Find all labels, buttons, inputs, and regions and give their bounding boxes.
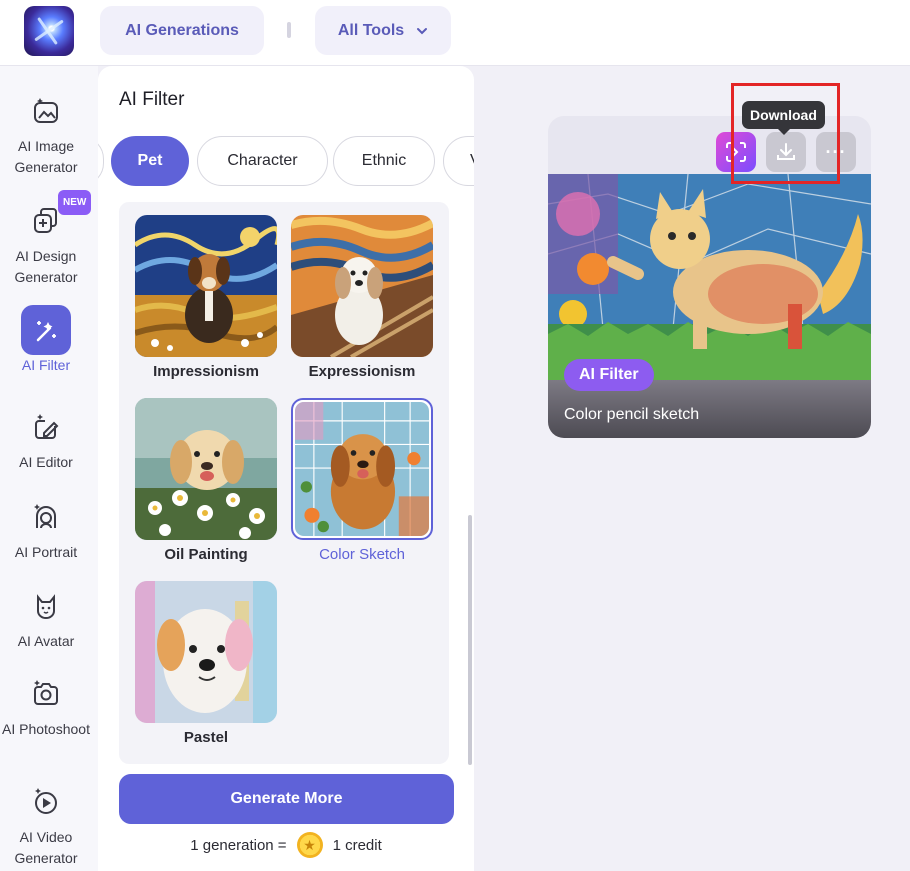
category-chip-partial[interactable] — [98, 136, 104, 186]
oil-painting-dog-image — [135, 398, 277, 540]
chip-label: Character — [227, 152, 298, 169]
credit-info: 1 generation = ★ 1 credit — [98, 832, 474, 858]
sidebar-item-ai-avatar[interactable]: AI Avatar — [0, 581, 92, 652]
sidebar-item-ai-image-generator[interactable]: AI Image Generator — [0, 86, 92, 178]
image-sparkle-icon — [21, 86, 71, 136]
style-label: Oil Painting — [164, 546, 248, 563]
category-chips: Pet Character Ethnic V — [98, 134, 474, 186]
style-card-impressionism[interactable]: Impressionism — [135, 215, 277, 380]
highlight-box — [731, 83, 840, 184]
impressionism-dog-image — [135, 215, 277, 357]
sidebar-label: AI Image Generator — [14, 138, 78, 175]
style-thumbnail — [135, 398, 277, 540]
sidebar-label: AI Filter — [21, 357, 71, 373]
all-tools-label: All Tools — [337, 21, 405, 39]
video-sparkle-icon — [21, 777, 71, 827]
sidebar-label: AI Design Generator — [14, 248, 78, 285]
pastel-dog-image — [135, 581, 277, 723]
edit-sparkle-icon — [21, 402, 71, 452]
sidebar: AI Image Generator NEW AI Design Generat… — [0, 66, 98, 871]
chevron-down-icon — [417, 27, 428, 34]
style-thumbnail — [135, 581, 277, 723]
style-card-color-sketch[interactable]: Color Sketch — [291, 398, 433, 563]
generate-more-label: Generate More — [230, 790, 343, 807]
camera-sparkle-icon — [21, 669, 71, 719]
sidebar-label: AI Editor — [19, 454, 73, 470]
sidebar-label: AI Portrait — [14, 544, 78, 560]
style-card-expressionism[interactable]: Expressionism — [291, 215, 433, 380]
credit-text-left: 1 generation = — [190, 836, 287, 854]
preview-title: Color pencil sketch — [564, 406, 700, 423]
chip-label: V — [470, 152, 474, 170]
style-label: Color Sketch — [319, 546, 405, 563]
style-thumbnail — [291, 398, 433, 540]
category-chip-ethnic[interactable]: Ethnic — [333, 136, 435, 186]
ai-generations-label: AI Generations — [125, 21, 239, 39]
portrait-icon — [21, 492, 71, 542]
style-grid: Impressionism Expressionism Oil Painting… — [119, 202, 449, 764]
sidebar-item-ai-portrait[interactable]: AI Portrait — [0, 492, 92, 563]
panel-scrollbar[interactable] — [468, 515, 472, 765]
ai-filter-tag: AI Filter — [564, 359, 654, 391]
top-bar: AI Generations All Tools — [0, 0, 910, 66]
divider — [287, 22, 291, 38]
sidebar-item-ai-photoshoot[interactable]: AI Photoshoot — [0, 669, 92, 740]
new-badge: NEW — [58, 190, 92, 215]
app-logo[interactable] — [24, 6, 74, 56]
sidebar-item-ai-editor[interactable]: AI Editor — [0, 402, 92, 473]
color-sketch-dog-image — [295, 402, 429, 536]
expressionism-dog-image — [291, 215, 433, 357]
category-chip-character[interactable]: Character — [197, 136, 328, 186]
credit-text-right: 1 credit — [332, 836, 382, 854]
style-thumbnail — [135, 215, 277, 357]
panel-title: AI Filter — [119, 89, 185, 110]
style-card-oil-painting[interactable]: Oil Painting — [135, 398, 277, 563]
category-chip-pet[interactable]: Pet — [111, 136, 189, 186]
category-chip-partial-right[interactable]: V — [443, 136, 474, 186]
sidebar-label: AI Avatar — [17, 633, 75, 649]
style-label: Pastel — [183, 729, 229, 746]
avatar-cat-icon — [21, 581, 71, 631]
result-cat-image — [548, 174, 871, 380]
all-tools-dropdown[interactable]: All Tools — [315, 6, 451, 55]
generate-more-button[interactable]: Generate More — [119, 774, 454, 824]
coin-icon: ★ — [296, 832, 323, 858]
sidebar-label: AI Video Generator — [14, 829, 78, 866]
style-thumbnail — [291, 215, 433, 357]
chip-label: Ethnic — [361, 152, 407, 169]
sidebar-item-ai-video-generator[interactable]: AI Video Generator — [0, 777, 92, 869]
style-label: Expressionism — [308, 363, 416, 380]
magic-wand-icon — [21, 305, 71, 355]
style-card-pastel[interactable]: Pastel — [135, 581, 277, 746]
filter-panel: AI Filter Pet Character Ethnic V — [98, 66, 474, 871]
sidebar-item-ai-filter[interactable]: AI Filter — [0, 305, 92, 376]
style-label: Impressionism — [153, 363, 259, 380]
ai-generations-button[interactable]: AI Generations — [100, 6, 264, 55]
sidebar-label: AI Photoshoot — [2, 721, 90, 737]
sidebar-item-ai-design-generator[interactable]: NEW AI Design Generator — [0, 190, 92, 288]
chip-label: Pet — [137, 152, 163, 169]
